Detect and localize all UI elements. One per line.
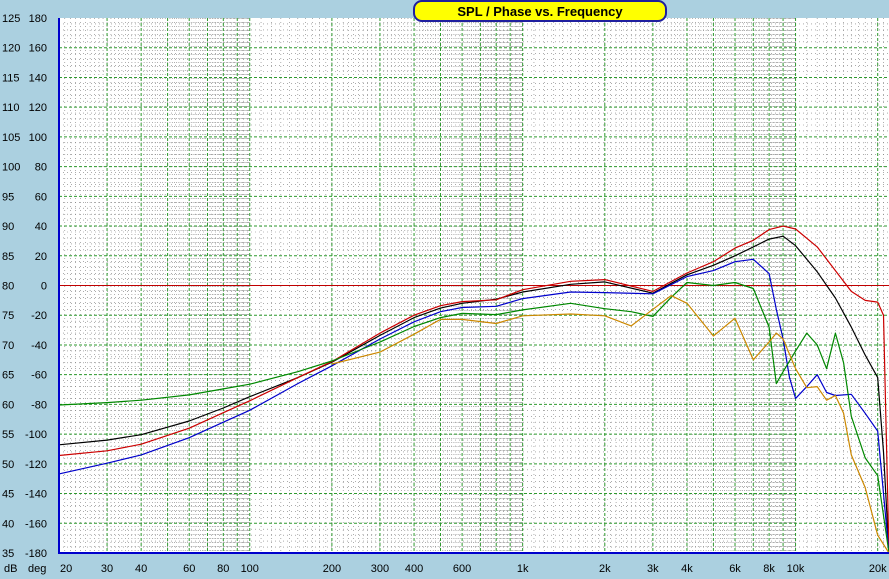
- x-tick-label: 20k: [869, 563, 887, 575]
- y-tick-label-db: 50: [2, 459, 14, 471]
- y-tick-label-db: 95: [2, 191, 14, 203]
- x-tick-label: 2k: [599, 563, 611, 575]
- y-tick-labels: 125 180 120 160 115 140 110 120 105 100 100 80 95 60 9…: [2, 13, 47, 560]
- y-unit-deg: deg: [28, 563, 46, 575]
- x-tick-labels: 20 30 40 60 80 100 200 300 400 600 1k 2k 3k 4k 6k 8k 10k…: [60, 563, 887, 575]
- y-tick-label-db: 110: [2, 102, 20, 114]
- y-tick-label-deg: 20: [35, 251, 47, 263]
- y-tick-label-db: 35: [2, 548, 14, 560]
- y-tick-label-deg: 180: [29, 13, 47, 25]
- y-tick-label-deg: -100: [25, 429, 47, 441]
- y-tick-label-db: 55: [2, 429, 14, 441]
- y-tick-label-deg: -140: [25, 489, 47, 501]
- x-tick-label: 40: [135, 563, 147, 575]
- y-tick-label-deg: 0: [41, 281, 47, 293]
- y-tick-label-db: 40: [2, 518, 14, 530]
- y-tick-label-db: 70: [2, 340, 14, 352]
- y-tick-label-deg: -40: [31, 340, 47, 352]
- y-tick-label-db: 45: [2, 489, 14, 501]
- x-tick-label: 20: [60, 563, 72, 575]
- y-tick-label-db: 90: [2, 221, 14, 233]
- x-tick-label: 4k: [681, 563, 693, 575]
- y-tick-label-deg: 80: [35, 162, 47, 174]
- y-tick-label-deg: -160: [25, 518, 47, 530]
- y-tick-label-deg: 120: [29, 102, 47, 114]
- y-tick-label-deg: 100: [29, 132, 47, 144]
- x-tick-label: 60: [183, 563, 195, 575]
- y-tick-label-deg: 60: [35, 191, 47, 203]
- x-tick-label: 400: [405, 563, 423, 575]
- y-tick-label-db: 125: [2, 13, 20, 25]
- y-tick-label-deg: 140: [29, 72, 47, 84]
- y-tick-label-db: 115: [2, 72, 20, 84]
- x-tick-label: 80: [217, 563, 229, 575]
- y-tick-label-deg: -180: [25, 548, 47, 560]
- y-tick-label-db: 105: [2, 132, 20, 144]
- spl-phase-window: 125 180 120 160 115 140 110 120 105 100 100 80 95 60 9…: [0, 0, 889, 579]
- x-tick-label: 200: [323, 563, 341, 575]
- x-tick-label: 6k: [729, 563, 741, 575]
- y-tick-label-deg: -60: [31, 370, 47, 382]
- x-tick-label: 300: [371, 563, 389, 575]
- y-tick-label-deg: -80: [31, 399, 47, 411]
- x-tick-label: 1k: [517, 563, 529, 575]
- x-tick-label: 10k: [787, 563, 805, 575]
- y-tick-label-db: 75: [2, 310, 14, 322]
- y-tick-label-deg: -20: [31, 310, 47, 322]
- chart-canvas: 125 180 120 160 115 140 110 120 105 100 100 80 95 60 9…: [2, 0, 889, 575]
- x-tick-label: 100: [241, 563, 259, 575]
- title-badge: SPL / Phase vs. Frequency: [413, 0, 667, 22]
- y-tick-label-deg: -120: [25, 459, 47, 471]
- y-tick-label-db: 65: [2, 370, 14, 382]
- y-tick-label-db: 85: [2, 251, 14, 263]
- x-tick-label: 30: [101, 563, 113, 575]
- y-tick-label-db: 100: [2, 162, 20, 174]
- chart-title: SPL / Phase vs. Frequency: [457, 4, 623, 19]
- y-tick-label-deg: 40: [35, 221, 47, 233]
- x-tick-label: 600: [453, 563, 471, 575]
- y-tick-label-db: 120: [2, 43, 20, 55]
- x-tick-label: 8k: [763, 563, 775, 575]
- y-tick-label-deg: 160: [29, 43, 47, 55]
- y-unit-db: dB: [4, 563, 17, 575]
- y-tick-label-db: 60: [2, 399, 14, 411]
- y-tick-label-db: 80: [2, 281, 14, 293]
- x-tick-label: 3k: [647, 563, 659, 575]
